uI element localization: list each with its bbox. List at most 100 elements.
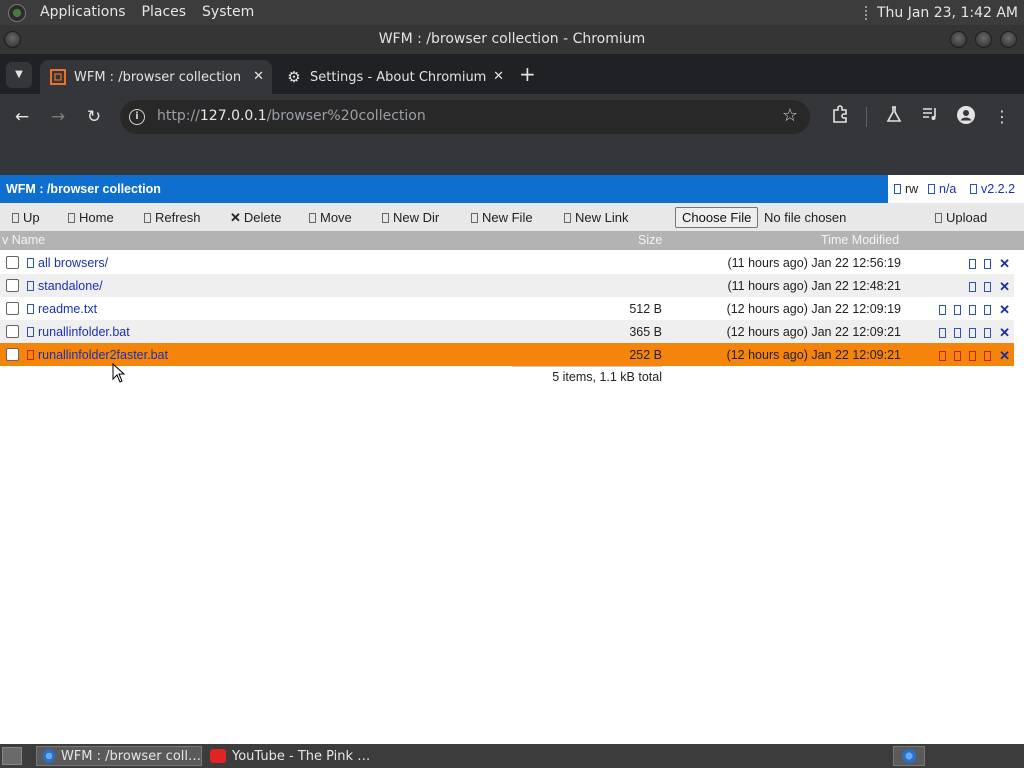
version-icon bbox=[970, 184, 977, 194]
upload-icon bbox=[935, 213, 942, 223]
file-checkbox[interactable] bbox=[6, 279, 19, 292]
upload-button[interactable]: Upload bbox=[935, 210, 987, 225]
new-file-button[interactable]: New File bbox=[471, 210, 533, 225]
new-tab-button[interactable]: + bbox=[519, 63, 536, 85]
file-checkbox[interactable] bbox=[6, 348, 19, 361]
taskbar-item-youtube[interactable]: YouTube - The Pink … bbox=[204, 746, 374, 766]
tray-chromium-icon[interactable] bbox=[893, 746, 925, 766]
file-checkbox[interactable] bbox=[6, 302, 19, 315]
file-actions: ✕ bbox=[939, 348, 1010, 364]
file-action-icon[interactable] bbox=[969, 328, 977, 338]
version-link[interactable]: v2.2.2 bbox=[970, 182, 1015, 196]
home-button[interactable]: Home bbox=[68, 210, 114, 225]
file-action-icon[interactable] bbox=[984, 305, 992, 315]
file-row[interactable]: readme.txt 512 B (12 hours ago) Jan 22 12:… bbox=[0, 297, 1014, 320]
maximize-button[interactable] bbox=[975, 31, 992, 48]
file-name-link[interactable]: readme.txt bbox=[27, 302, 97, 316]
address-bar[interactable]: i http://127.0.0.1/browser%20collection … bbox=[120, 100, 810, 134]
clock[interactable]: Thu Jan 23, 1:42 AM bbox=[877, 5, 1024, 21]
file-action-icon[interactable] bbox=[969, 305, 977, 315]
file-action-icon[interactable] bbox=[984, 351, 992, 361]
extensions-icon[interactable] bbox=[828, 105, 852, 129]
na-icon bbox=[928, 184, 935, 194]
file-checkbox[interactable] bbox=[6, 256, 19, 269]
file-name-link[interactable]: runallinfolder2faster.bat bbox=[27, 348, 168, 362]
column-name[interactable]: v Name bbox=[2, 233, 45, 247]
file-action-icon[interactable] bbox=[939, 305, 947, 315]
file-row[interactable]: runallinfolder2faster.bat 252 B (12 hours … bbox=[0, 343, 1014, 366]
toolbar-separator bbox=[866, 107, 867, 127]
show-desktop-icon[interactable] bbox=[2, 747, 22, 765]
bookmark-star-icon[interactable]: ☆ bbox=[782, 105, 798, 126]
close-window-button[interactable] bbox=[1000, 31, 1017, 48]
file-row[interactable]: standalone/ (11 hours ago) Jan 22 12:48:2… bbox=[0, 274, 1014, 297]
file-action-icon[interactable] bbox=[969, 351, 977, 361]
up-label: Up bbox=[23, 210, 40, 225]
file-size: 365 B bbox=[629, 325, 662, 339]
file-action-icon[interactable] bbox=[954, 328, 962, 338]
new-link-label: New Link bbox=[575, 210, 629, 225]
file-size: 512 B bbox=[629, 302, 662, 316]
file-name-link[interactable]: runallinfolder.bat bbox=[27, 325, 130, 339]
tab-settings[interactable]: ⚙ Settings - About Chromium ✕ bbox=[276, 60, 512, 94]
window-menu-button[interactable] bbox=[4, 31, 21, 48]
forward-button[interactable]: → bbox=[46, 105, 70, 129]
refresh-button[interactable]: Refresh bbox=[144, 210, 201, 225]
new-link-button[interactable]: New Link bbox=[564, 210, 628, 225]
profile-avatar-icon[interactable] bbox=[954, 105, 978, 129]
na-link[interactable]: n/a bbox=[928, 182, 956, 196]
labs-flask-icon[interactable] bbox=[882, 105, 906, 129]
reload-button[interactable]: ↻ bbox=[82, 105, 106, 129]
file-action-icon[interactable] bbox=[939, 351, 947, 361]
menu-places[interactable]: Places bbox=[134, 0, 195, 25]
file-action-icon[interactable] bbox=[969, 259, 977, 269]
column-size[interactable]: Size bbox=[638, 233, 662, 247]
column-time[interactable]: Time Modified bbox=[821, 233, 899, 247]
file-name-link[interactable]: all browsers/ bbox=[27, 256, 108, 270]
close-tab-icon[interactable]: ✕ bbox=[253, 69, 264, 84]
window-titlebar: WFM : /browser collection - Chromium bbox=[0, 25, 1024, 54]
minimize-button[interactable] bbox=[950, 31, 967, 48]
new-dir-button[interactable]: New Dir bbox=[382, 210, 439, 225]
more-menu-icon[interactable]: ⋮ bbox=[990, 105, 1014, 129]
taskbar-item-wfm[interactable]: WFM : /browser coll… bbox=[36, 746, 202, 766]
menu-applications[interactable]: Applications bbox=[32, 0, 134, 25]
delete-file-icon[interactable]: ✕ bbox=[999, 279, 1010, 294]
file-name-link[interactable]: standalone/ bbox=[27, 279, 103, 293]
new-link-icon bbox=[564, 213, 571, 223]
plus-icon: + bbox=[519, 62, 536, 86]
file-action-icon[interactable] bbox=[984, 282, 992, 292]
file-modified: (12 hours ago) Jan 22 12:09:21 bbox=[726, 325, 901, 339]
close-tab-icon[interactable]: ✕ bbox=[493, 69, 504, 84]
delete-button[interactable]: ✕ Delete bbox=[230, 210, 281, 226]
delete-file-icon[interactable]: ✕ bbox=[999, 348, 1010, 363]
file-row[interactable]: all browsers/ (11 hours ago) Jan 22 12:56… bbox=[0, 251, 1014, 274]
file-action-icon[interactable] bbox=[969, 282, 977, 292]
file-checkbox[interactable] bbox=[6, 325, 19, 338]
tab-search-button[interactable]: ▼ bbox=[6, 62, 32, 88]
tab-wfm[interactable]: WFM : /browser collection ✕ bbox=[40, 60, 272, 94]
back-button[interactable]: ← bbox=[10, 105, 34, 129]
home-icon bbox=[68, 213, 75, 223]
file-action-icon[interactable] bbox=[939, 328, 947, 338]
menu-system[interactable]: System bbox=[194, 0, 262, 25]
url-text[interactable]: http://127.0.0.1/browser%20collection bbox=[157, 108, 426, 124]
choose-file-button[interactable]: Choose File bbox=[675, 207, 759, 228]
delete-file-icon[interactable]: ✕ bbox=[999, 256, 1010, 271]
new-file-label: New File bbox=[482, 210, 533, 225]
media-queue-icon[interactable] bbox=[918, 105, 942, 129]
file-action-icon[interactable] bbox=[954, 351, 962, 361]
up-button[interactable]: Up bbox=[12, 210, 40, 225]
file-action-icon[interactable] bbox=[954, 305, 962, 315]
distro-logo-icon[interactable] bbox=[8, 3, 26, 22]
delete-file-icon[interactable]: ✕ bbox=[999, 302, 1010, 317]
file-row[interactable]: runallinfolder.bat 365 B (12 hours ago) Ja… bbox=[0, 320, 1014, 343]
tab-label: Settings - About Chromium bbox=[310, 69, 487, 85]
info-icon[interactable]: i bbox=[129, 109, 145, 125]
file-type-icon bbox=[27, 304, 34, 314]
file-action-icon[interactable] bbox=[984, 259, 992, 269]
delete-file-icon[interactable]: ✕ bbox=[999, 325, 1010, 340]
file-action-icon[interactable] bbox=[984, 328, 992, 338]
new-dir-icon bbox=[382, 213, 389, 223]
move-button[interactable]: Move bbox=[309, 210, 352, 225]
